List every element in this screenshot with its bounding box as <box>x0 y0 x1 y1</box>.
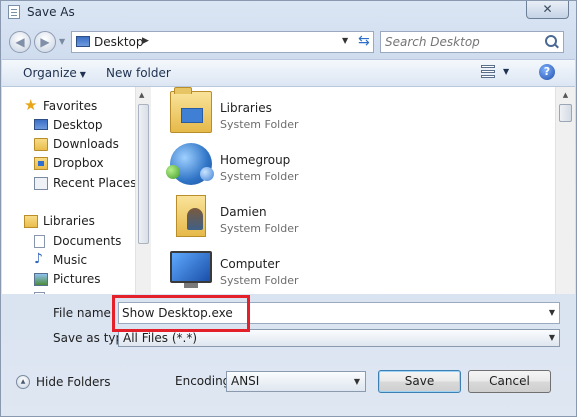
libraries-icon <box>170 87 212 133</box>
pictures-icon <box>34 273 48 286</box>
encoding-select[interactable]: ANSI ▼ <box>226 371 366 392</box>
navigation-scrollbar[interactable]: ▲ <box>135 87 151 294</box>
libraries-icon <box>24 215 38 228</box>
file-list-scroll-thumb[interactable] <box>559 104 572 122</box>
file-name: Damien <box>220 205 267 219</box>
homegroup-icon <box>166 143 214 185</box>
search-icon[interactable] <box>545 35 557 47</box>
help-icon[interactable]: ? <box>539 64 555 80</box>
organize-label: Organize <box>23 66 77 80</box>
change-view-icon[interactable] <box>481 65 495 79</box>
chevron-down-icon[interactable]: ▼ <box>549 333 555 342</box>
highlight-box <box>112 295 250 332</box>
browser-pane: ★ Favorites Desktop Downloads Dropbox Re… <box>2 87 575 294</box>
nav-favorites-label: Favorites <box>43 99 98 113</box>
address-dropdown-icon[interactable]: ▼ <box>342 36 348 45</box>
nav-item-label: Recent Places <box>53 176 135 190</box>
navigation-scroll-thumb[interactable] <box>138 104 149 244</box>
recent-locations-dropdown[interactable]: ▼ <box>59 37 65 46</box>
address-row: ◀ ▶ ▼ Desktop ▶ ▼ ⇆ <box>1 29 576 55</box>
file-name-dropdown-icon[interactable]: ▼ <box>549 308 555 317</box>
organize-button[interactable]: Organize ▼ <box>23 66 86 80</box>
music-icon: ♪ <box>34 251 43 267</box>
list-item[interactable]: Computer System Folder <box>170 243 470 293</box>
nav-item-label: Pictures <box>53 272 101 286</box>
back-button[interactable]: ◀ <box>9 31 31 53</box>
save-form: File name: ▼ Save as type: All Files (*.… <box>2 294 575 417</box>
navigation-pane: ★ Favorites Desktop Downloads Dropbox Re… <box>2 87 135 294</box>
search-box[interactable] <box>380 31 564 53</box>
file-type: System Folder <box>220 170 299 183</box>
file-name: Homegroup <box>220 153 291 167</box>
back-arrow-icon: ◀ <box>15 35 25 49</box>
save-button[interactable]: Save <box>378 370 461 393</box>
encoding-value: ANSI <box>231 374 260 388</box>
file-name: Computer <box>220 257 280 271</box>
chevron-down-icon[interactable]: ▼ <box>354 377 360 386</box>
view-dropdown-icon[interactable]: ▼ <box>503 67 509 76</box>
forward-button[interactable]: ▶ <box>34 31 56 53</box>
list-item[interactable]: Libraries System Folder <box>170 87 470 137</box>
file-list-scrollbar[interactable]: ▲ <box>555 87 575 294</box>
recent-places-icon <box>34 177 48 190</box>
nav-item-label: Music <box>53 253 88 267</box>
chevron-down-icon: ▼ <box>79 70 86 79</box>
file-name-label: File name: <box>53 306 115 320</box>
list-item[interactable]: Damien System Folder <box>170 191 470 241</box>
nav-item-label: Downloads <box>53 137 119 151</box>
file-name: Libraries <box>220 101 272 115</box>
computer-icon <box>170 251 212 288</box>
scroll-up-icon[interactable]: ▲ <box>557 87 574 104</box>
list-item[interactable]: Homegroup System Folder <box>166 139 470 189</box>
save-as-type-value: All Files (*.*) <box>123 331 198 345</box>
file-type: System Folder <box>220 118 299 131</box>
scroll-up-icon[interactable]: ▲ <box>139 91 144 99</box>
search-input[interactable] <box>385 34 535 50</box>
star-icon: ★ <box>24 96 38 114</box>
refresh-icon[interactable]: ⇆ <box>358 33 370 49</box>
cancel-button[interactable]: Cancel <box>468 370 551 393</box>
nav-item-label: Documents <box>53 234 122 248</box>
desktop-icon <box>76 36 90 47</box>
breadcrumb-desktop[interactable]: Desktop <box>94 35 144 49</box>
file-type: System Folder <box>220 222 299 235</box>
save-as-dialog: Save As ✕ ◀ ▶ ▼ Desktop ▶ ▼ ⇆ Organize▼ … <box>0 0 577 417</box>
forward-arrow-icon: ▶ <box>40 35 50 49</box>
dropbox-icon <box>34 157 48 170</box>
user-folder-icon <box>176 195 206 237</box>
command-bar: Organize ▼ New folder ▼ ? <box>2 59 575 87</box>
window-title: Save As <box>27 5 75 19</box>
downloads-folder-icon <box>34 138 48 151</box>
nav-item-label: Desktop <box>53 118 103 132</box>
hide-folders-label: Hide Folders <box>36 375 111 389</box>
address-bar[interactable]: Desktop ▶ ▼ ⇆ <box>71 31 374 53</box>
file-type: System Folder <box>220 274 299 287</box>
chevron-up-icon: ▲ <box>16 375 30 389</box>
nav-item-label: Dropbox <box>53 156 104 170</box>
nav-libraries-label: Libraries <box>43 214 95 228</box>
close-button[interactable]: ✕ <box>526 1 569 19</box>
desktop-icon <box>34 119 48 130</box>
documents-icon <box>34 235 45 248</box>
new-folder-button[interactable]: New folder <box>106 66 171 80</box>
file-list: Libraries System Folder Homegroup System… <box>152 87 555 294</box>
notepad-icon <box>8 5 20 19</box>
breadcrumb-chevron-icon[interactable]: ▶ <box>142 36 149 46</box>
title-bar: Save As ✕ <box>1 1 576 25</box>
